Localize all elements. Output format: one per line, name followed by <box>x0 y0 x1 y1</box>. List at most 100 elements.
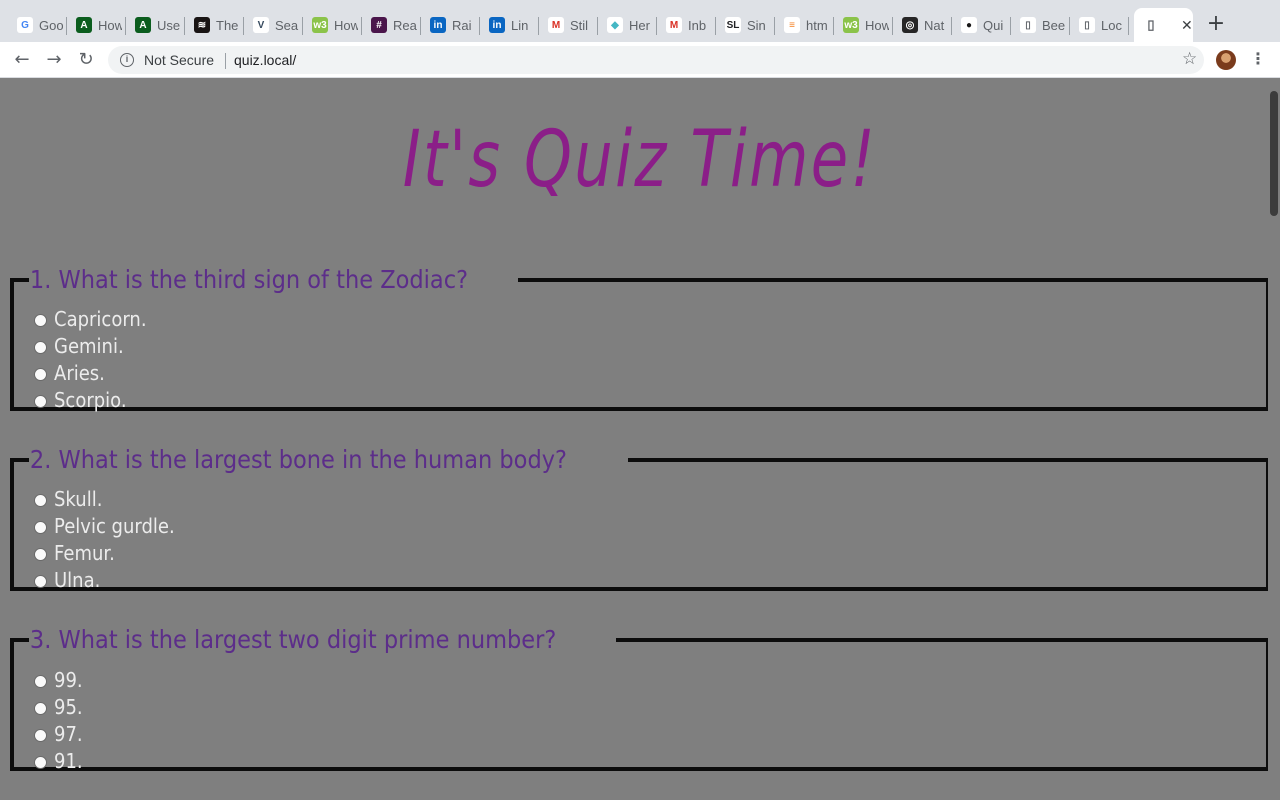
question-2: 2. What is the largest bone in the human… <box>10 445 1268 593</box>
option-label: Femur. <box>54 540 115 565</box>
tab-title: The <box>216 17 239 33</box>
close-tab-icon[interactable]: ✕ <box>1181 17 1193 34</box>
browser-tab[interactable]: in Rai <box>421 8 480 42</box>
tab-title: Use <box>157 17 181 33</box>
scroll-thumb[interactable] <box>1270 91 1278 216</box>
tab-title: Rea <box>393 17 417 33</box>
tab-separator <box>1128 17 1129 35</box>
tab-title: Goo <box>39 17 63 33</box>
browser-tab[interactable]: V Sea <box>244 8 303 42</box>
sl-icon: SL <box>725 17 741 33</box>
radio-button[interactable] <box>34 729 47 742</box>
browser-tab[interactable]: w3 How <box>834 8 893 42</box>
option-ulna[interactable]: Ulna. <box>34 566 105 593</box>
browser-tab[interactable]: w3 How <box>303 8 362 42</box>
linkedin-icon: in <box>430 17 446 33</box>
security-status[interactable]: Not Secure <box>144 52 214 68</box>
browser-tab[interactable]: A How <box>67 8 126 42</box>
option-pelvic-gurdle[interactable]: Pelvic gurdle. <box>34 512 188 539</box>
browser-tab[interactable]: G Goo <box>8 8 67 42</box>
tab-title: Bee <box>1042 17 1066 33</box>
forward-button[interactable]: → <box>42 48 66 72</box>
option-label: Scorpio. <box>54 387 127 412</box>
radio-button[interactable] <box>34 756 47 769</box>
bookmark-star-icon[interactable]: ☆ <box>1182 49 1197 69</box>
option-skull[interactable]: Skull. <box>34 485 108 512</box>
radio-button[interactable] <box>34 341 47 354</box>
browser-tab[interactable]: ▯ Loc <box>1070 8 1129 42</box>
shield-icon: ◆ <box>607 17 623 33</box>
radio-button[interactable] <box>34 494 47 507</box>
tab-title: Qui <box>983 17 1004 33</box>
url-divider <box>225 53 226 69</box>
radio-button[interactable] <box>34 548 47 561</box>
radio-button[interactable] <box>34 702 47 715</box>
radio-button[interactable] <box>34 314 47 327</box>
browser-menu-button[interactable]: ⋮ <box>1250 48 1266 72</box>
radio-button[interactable] <box>34 575 47 588</box>
tab-title: Lin <box>511 17 529 33</box>
w3schools-icon: w3 <box>843 17 859 33</box>
tab-title: How <box>865 17 889 33</box>
instagram-icon: ◎ <box>902 17 918 33</box>
browser-tab[interactable]: A Use <box>126 8 185 42</box>
option-gemini[interactable]: Gemini. <box>34 332 131 359</box>
radio-button[interactable] <box>34 675 47 688</box>
browser-tab[interactable]: in Lin <box>480 8 539 42</box>
back-button[interactable]: ← <box>10 48 34 72</box>
option-label: 91. <box>54 748 83 773</box>
option-label: Gemini. <box>54 333 124 358</box>
tab-title: Sea <box>275 17 299 33</box>
option-95[interactable]: 95. <box>34 693 86 720</box>
reload-button[interactable]: ↻ <box>74 48 98 72</box>
question-text: 1. What is the third sign of the Zodiac? <box>29 265 469 294</box>
stackoverflow-icon: ≡ <box>784 17 800 33</box>
browser-tab[interactable]: ≋ The <box>185 8 244 42</box>
github-icon: ● <box>961 17 977 33</box>
option-scorpio[interactable]: Scorpio. <box>34 386 135 413</box>
question-3: 3. What is the largest two digit prime n… <box>10 625 1268 774</box>
tab-title: How <box>98 17 122 33</box>
tab-title: How <box>334 17 358 33</box>
browser-tab-active[interactable]: ▯ ✕ <box>1134 8 1193 42</box>
new-tab-button[interactable]: + <box>1204 12 1228 36</box>
option-capricorn[interactable]: Capricorn. <box>34 305 157 332</box>
browser-tab[interactable]: M Inb <box>657 8 716 42</box>
radio-button[interactable] <box>34 395 47 408</box>
radio-button[interactable] <box>34 368 47 381</box>
linkedin-icon: in <box>489 17 505 33</box>
spotify-icon: ≋ <box>194 17 210 33</box>
browser-tab[interactable]: M Stil <box>539 8 598 42</box>
option-label: 97. <box>54 721 83 746</box>
option-femur[interactable]: Femur. <box>34 539 122 566</box>
page-title: It's Quiz Time! <box>402 115 878 205</box>
tab-title: Her <box>629 17 650 33</box>
address-bar[interactable]: i Not Secure quiz.local/ ☆ <box>108 46 1204 74</box>
browser-tab[interactable]: # Rea <box>362 8 421 42</box>
browser-tab[interactable]: ◆ Her <box>598 8 657 42</box>
option-label: Skull. <box>54 486 103 511</box>
option-label: 99. <box>54 667 83 692</box>
option-aries[interactable]: Aries. <box>34 359 111 386</box>
url-text[interactable]: quiz.local/ <box>234 52 296 68</box>
google-icon: G <box>17 17 33 33</box>
radio-button[interactable] <box>34 521 47 534</box>
option-label: Ulna. <box>54 567 101 592</box>
info-icon[interactable]: i <box>120 53 134 67</box>
tab-strip: G Goo A How A Use ≋ The V Sea w3 How # Rea in Rai in Lin M… <box>0 0 1280 42</box>
profile-avatar[interactable] <box>1216 50 1236 70</box>
browser-tab[interactable]: ≡ htm <box>775 8 834 42</box>
option-label: Aries. <box>54 360 105 385</box>
option-label: Capricorn. <box>54 306 147 331</box>
browser-tab[interactable]: ▯ Bee <box>1011 8 1070 42</box>
browser-tab[interactable]: SL Sin <box>716 8 775 42</box>
tab-title: Stil <box>570 17 589 33</box>
gmail-icon: M <box>548 17 564 33</box>
option-99[interactable]: 99. <box>34 666 86 693</box>
option-91[interactable]: 91. <box>34 747 86 774</box>
vertical-scrollbar[interactable] <box>1268 79 1280 800</box>
tab-title: Sin <box>747 17 766 33</box>
browser-tab[interactable]: ◎ Nat <box>893 8 952 42</box>
browser-tab[interactable]: ● Qui <box>952 8 1011 42</box>
option-97[interactable]: 97. <box>34 720 86 747</box>
